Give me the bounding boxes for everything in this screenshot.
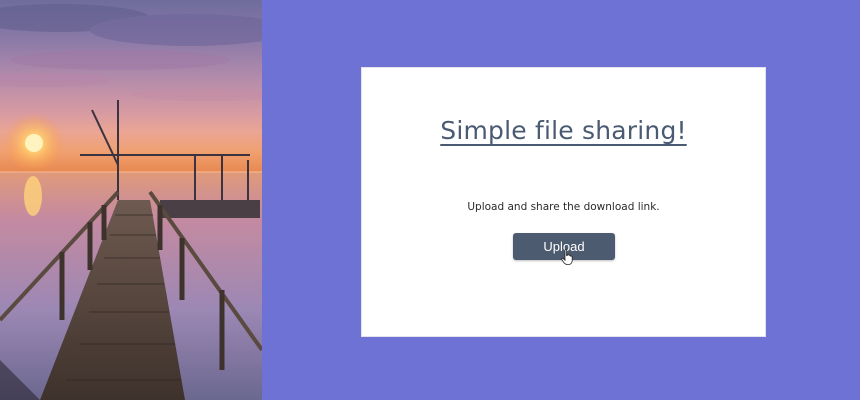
upload-card: Simple file sharing! Upload and share th… xyxy=(361,67,766,337)
clouds xyxy=(0,4,262,101)
sunset-pier-illustration xyxy=(0,4,262,400)
page-title[interactable]: Simple file sharing! xyxy=(362,116,765,145)
hand-pointer-icon xyxy=(561,249,573,265)
page-description: Upload and share the download link. xyxy=(467,201,660,213)
main-content: Simple file sharing! Upload and share th… xyxy=(262,0,860,400)
page: Simple file sharing! Upload and share th… xyxy=(0,0,860,400)
sunset-pier-photo xyxy=(0,0,262,400)
sun-reflection xyxy=(24,176,42,216)
sun xyxy=(25,134,43,152)
